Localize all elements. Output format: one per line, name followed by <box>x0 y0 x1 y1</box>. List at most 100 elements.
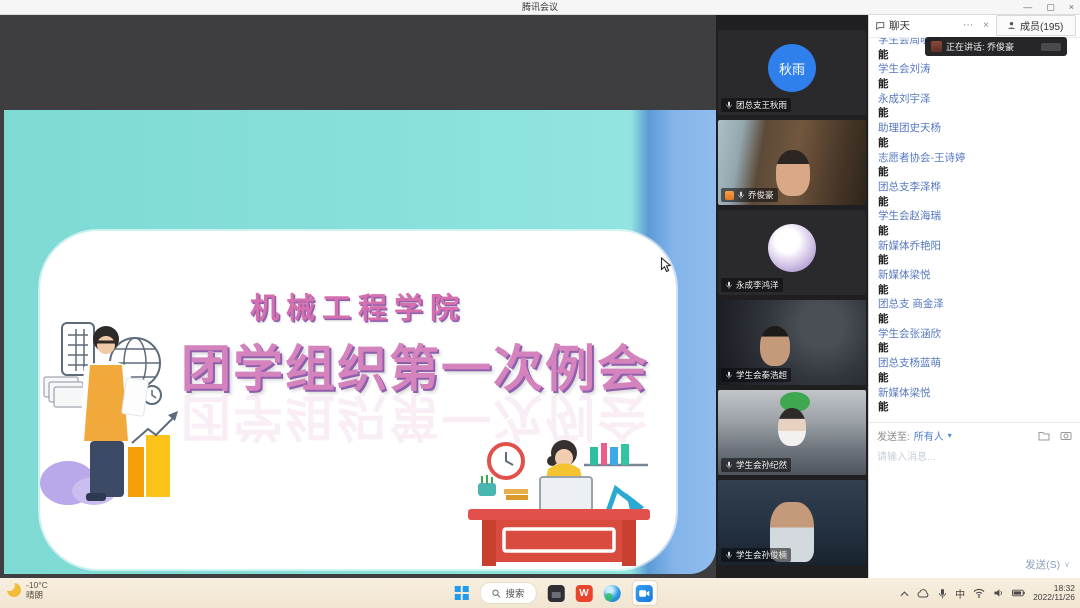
minimize-button[interactable]: — <box>1023 0 1032 14</box>
chat-message-text: 能 <box>878 224 1080 239</box>
browser-icon[interactable] <box>603 585 620 602</box>
send-button[interactable]: 发送(S) <box>1025 557 1060 572</box>
chat-message-text: 能 <box>878 106 1080 121</box>
members-tab-label: 成员(195) <box>1020 18 1063 33</box>
battery-icon[interactable] <box>1012 589 1025 597</box>
dark-app-icon[interactable] <box>547 585 564 602</box>
chevron-down-icon[interactable]: ▾ <box>948 431 952 440</box>
chat-message-sender: 新媒体梁悦 <box>878 268 1080 283</box>
mic-icon <box>725 551 733 559</box>
speaker-avatar <box>931 41 942 52</box>
weather-condition: 晴朗 <box>26 590 48 600</box>
participant-name: 永成李鸿洋 <box>736 279 779 291</box>
chat-footer: 发送至: 所有人 ▾ 请输入消息... 发送(S) ∨ <box>869 422 1080 578</box>
desktop-screen: 腾讯会议 — ▢ × 机械工程学院 团学组织第一次例会 团学组织第一次例会 <box>0 0 1080 608</box>
toast-blurred-text <box>1041 43 1061 51</box>
chat-message-text: 能 <box>878 195 1080 210</box>
tray-mic-icon[interactable] <box>938 588 947 599</box>
send-to-label: 发送至: <box>877 428 910 443</box>
mic-icon <box>737 191 745 199</box>
chat-message-sender: 志愿者协会-王诗婷 <box>878 151 1080 166</box>
video-tile[interactable]: 永成李鸿洋 <box>718 210 866 295</box>
taskbar-clock[interactable]: 18:32 2022/11/26 <box>1033 584 1075 603</box>
moon-icon <box>7 583 21 597</box>
chat-bubble-icon <box>875 21 885 31</box>
wifi-icon[interactable] <box>973 588 985 598</box>
chevron-up-icon[interactable] <box>900 590 909 597</box>
mic-icon <box>725 281 733 289</box>
weather-temperature: -10°C <box>26 580 48 590</box>
start-button[interactable] <box>455 586 469 600</box>
slide-card: 机械工程学院 团学组织第一次例会 团学组织第一次例会 <box>40 231 676 569</box>
send-options-caret[interactable]: ∨ <box>1064 560 1070 569</box>
ime-indicator[interactable]: 中 <box>955 586 965 601</box>
chat-panel: 聊天 ⋯ × 成员(195) 学生会周明阳能学生会刘涛能永成刘宇泽能助理团史天杨… <box>868 14 1080 578</box>
participant-name: 学生会孙俊楠 <box>736 549 787 561</box>
chat-message-text: 能 <box>878 77 1080 92</box>
video-tile[interactable]: 学生会孙纪然 <box>718 390 866 475</box>
send-to-selector[interactable]: 所有人 <box>914 428 944 443</box>
mic-icon <box>725 461 733 469</box>
video-tile-label: 学生会孙纪然 <box>721 458 791 472</box>
chat-message-text: 能 <box>878 341 1080 356</box>
video-tile[interactable]: 学生会秦浩超 <box>718 300 866 385</box>
close-button[interactable]: × <box>1069 0 1074 14</box>
folder-icon[interactable] <box>1038 430 1050 441</box>
chat-message-text: 能 <box>878 165 1080 180</box>
window-titlebar: 腾讯会议 — ▢ × <box>0 0 1080 15</box>
chat-message-sender: 新媒体乔艳阳 <box>878 239 1080 254</box>
chat-message-text: 能 <box>878 371 1080 386</box>
video-tile-label: 学生会孙俊楠 <box>721 548 791 562</box>
maximize-button[interactable]: ▢ <box>1046 0 1055 14</box>
window-title: 腾讯会议 <box>0 0 1080 14</box>
businessman-chart-illustration <box>40 315 220 505</box>
video-tile[interactable]: 乔俊豪 <box>718 120 866 205</box>
chat-message-sender: 永成刘宇泽 <box>878 92 1080 107</box>
chat-message-sender: 学生会张涵欣 <box>878 327 1080 342</box>
chat-header: 聊天 ⋯ × 成员(195) <box>869 14 1080 38</box>
clock-date: 2022/11/26 <box>1033 593 1075 603</box>
chat-close-button[interactable]: × <box>980 20 992 31</box>
chat-title: 聊天 <box>889 18 910 33</box>
search-label: 搜索 <box>505 586 524 600</box>
video-tile[interactable]: 秋雨团总支王秋雨 <box>718 30 866 115</box>
chat-more-button[interactable]: ⋯ <box>960 20 976 31</box>
chat-message-list[interactable]: 学生会周明阳能学生会刘涛能永成刘宇泽能助理团史天杨能志愿者协会-王诗婷能团总支李… <box>869 38 1080 422</box>
chat-message-text: 能 <box>878 400 1080 415</box>
weather-widget[interactable]: -10°C 晴朗 <box>7 580 48 600</box>
video-sidebar: 秋雨团总支王秋雨乔俊豪永成李鸿洋学生会秦浩超学生会孙纪然学生会孙俊楠 <box>716 14 868 578</box>
screenshot-icon[interactable] <box>1060 430 1072 441</box>
chat-input[interactable]: 请输入消息... <box>877 448 1072 463</box>
participant-avatar <box>768 224 816 272</box>
taskbar: -10°C 晴朗 搜索 W <box>0 578 1080 608</box>
chat-message-sender: 学生会刘涛 <box>878 62 1080 77</box>
cloud-icon[interactable] <box>917 589 930 598</box>
girl-at-desk-illustration <box>464 433 654 568</box>
participant-name: 学生会秦浩超 <box>736 369 787 381</box>
tencent-meeting-icon[interactable] <box>631 580 657 606</box>
chat-message-sender: 助理团史天杨 <box>878 121 1080 136</box>
chat-message-text: 能 <box>878 253 1080 268</box>
mic-icon <box>725 371 733 379</box>
speaker-icon[interactable] <box>993 588 1004 598</box>
chat-message-text: 能 <box>878 136 1080 151</box>
speaking-toast: 正在讲话: 乔俊豪 <box>925 37 1067 56</box>
person-icon <box>1007 21 1016 30</box>
participant-name: 乔俊豪 <box>748 189 774 201</box>
host-badge-icon <box>725 191 734 200</box>
chat-message-sender: 团总支杨蓝萌 <box>878 356 1080 371</box>
video-tile[interactable]: 学生会孙俊楠 <box>718 480 866 565</box>
participant-name: 学生会孙纪然 <box>736 459 787 471</box>
participant-avatar: 秋雨 <box>768 44 816 92</box>
presentation-slide: 机械工程学院 团学组织第一次例会 团学组织第一次例会 <box>4 110 716 574</box>
wps-office-icon[interactable]: W <box>575 585 592 602</box>
screen-share-area: 机械工程学院 团学组织第一次例会 团学组织第一次例会 <box>0 14 716 578</box>
taskbar-search[interactable]: 搜索 <box>479 582 536 604</box>
video-tile-label: 乔俊豪 <box>721 188 778 202</box>
mic-icon <box>725 101 733 109</box>
members-tab[interactable]: 成员(195) <box>996 15 1076 36</box>
video-tile-label: 永成李鸿洋 <box>721 278 783 292</box>
participant-name: 团总支王秋雨 <box>736 99 787 111</box>
chat-message-sender: 新媒体梁悦 <box>878 386 1080 401</box>
video-tile-label: 学生会秦浩超 <box>721 368 791 382</box>
